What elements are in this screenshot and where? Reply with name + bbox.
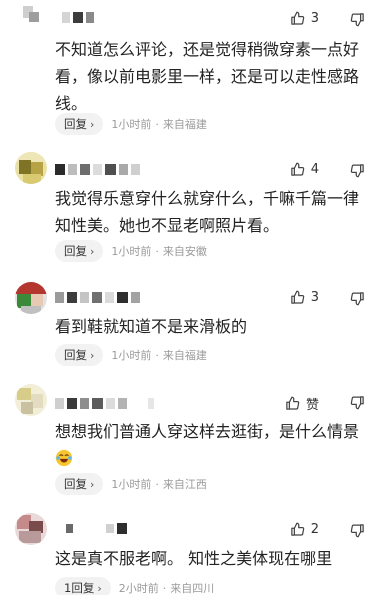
username-blurred[interactable] (62, 10, 94, 24)
thumbs-up-icon (286, 396, 300, 410)
avatar[interactable] (15, 513, 47, 545)
reply-button[interactable]: 回复 › (55, 240, 104, 262)
chevron-right-icon: › (90, 348, 95, 362)
timestamp: 2小时前 (118, 582, 159, 595)
comment-text: 这是真不服老啊。 知性之美体现在哪里 (55, 549, 333, 568)
chevron-right-icon: › (90, 244, 95, 258)
avatar[interactable] (15, 384, 47, 416)
timestamp: 1小时前 (111, 349, 152, 362)
crying-laughing-emoji-icon (55, 449, 73, 467)
separator: · (155, 477, 159, 491)
comment-text-body: 想想我们普通人穿这样去逛街，是什么情景 (55, 422, 360, 441)
location: 来自安徽 (162, 245, 207, 258)
username-blurred[interactable] (55, 162, 140, 176)
username-blurred[interactable] (55, 396, 154, 410)
location: 来自江西 (162, 478, 207, 491)
comment-text: 我觉得乐意穿什么就穿什么，千嘛千篇一律知性美。她也不显老啊照片看。 (55, 189, 360, 235)
like-button[interactable]: 2 (290, 522, 319, 537)
avatar[interactable] (15, 0, 47, 28)
location: 来自福建 (162, 118, 207, 131)
comment-meta: 回复 › 1小时前 · 来自安徽 (55, 240, 207, 262)
username-blurred[interactable] (66, 521, 127, 535)
comment-meta: 回复 › 1小时前 · 来自福建 (55, 344, 207, 366)
location: 来自四川 (170, 582, 215, 595)
reply-button[interactable]: 回复 › (55, 473, 104, 495)
comment-text: 不知道怎么评论，还是觉得稍微穿素一点好看，像以前电影里一样，还是可以走性感路线。 (55, 40, 360, 113)
timestamp: 1小时前 (111, 245, 152, 258)
separator: · (155, 348, 159, 362)
chevron-right-icon: › (97, 581, 102, 595)
like-button[interactable]: 3 (290, 11, 319, 26)
like-count: 2 (310, 522, 319, 537)
like-button[interactable]: 赞 (285, 394, 319, 413)
username-blurred[interactable] (55, 290, 140, 304)
comment-meta: 回复 › 1小时前 · 来自江西 (55, 473, 207, 495)
separator: · (162, 581, 167, 595)
timestamp: 1小时前 (111, 478, 152, 491)
reply-button[interactable]: 回复 › (55, 344, 104, 366)
like-label: 赞 (305, 398, 319, 413)
thumbs-up-icon (290, 290, 304, 304)
timestamp: 1小时前 (111, 118, 152, 131)
reply-button[interactable]: 回复 › (55, 113, 104, 135)
separator: · (155, 244, 159, 258)
like-count: 3 (310, 290, 319, 305)
avatar[interactable] (15, 152, 47, 184)
separator: · (155, 117, 159, 131)
comment-meta: 1回复 › 2小时前 · 来自四川 (55, 577, 214, 595)
like-button[interactable]: 3 (290, 290, 319, 305)
thumbs-up-icon (290, 11, 304, 25)
thumbs-down-icon[interactable] (350, 523, 365, 538)
thumbs-down-icon[interactable] (350, 163, 365, 178)
like-button[interactable]: 4 (290, 162, 319, 177)
thumbs-down-icon[interactable] (350, 12, 365, 27)
chevron-right-icon: › (90, 477, 95, 491)
comment-meta: 回复 › 1小时前 · 来自福建 (55, 113, 207, 135)
thumbs-up-icon (290, 522, 304, 536)
comment-text: 看到鞋就知道不是来滑板的 (55, 317, 248, 336)
avatar[interactable] (15, 282, 47, 314)
like-count: 3 (310, 11, 319, 26)
like-count: 4 (310, 162, 319, 177)
chevron-right-icon: › (90, 117, 95, 131)
thumbs-up-icon (290, 162, 304, 176)
thumbs-down-icon[interactable] (350, 291, 365, 306)
thumbs-down-icon[interactable] (350, 395, 365, 410)
location: 来自福建 (162, 349, 207, 362)
reply-button[interactable]: 1回复 › (55, 577, 111, 595)
